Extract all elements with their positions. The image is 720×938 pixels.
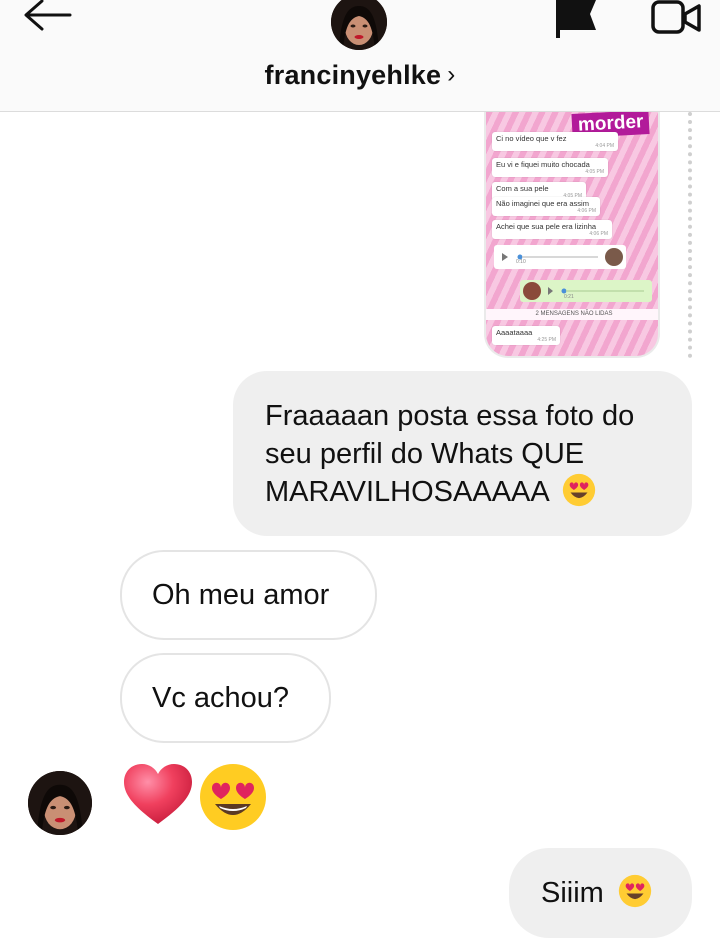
mini-message-time: 4:06 PM	[577, 208, 596, 214]
mini-message-time: 4:25 PM	[537, 337, 556, 343]
mini-message-time: 4:05 PM	[585, 169, 604, 175]
incoming-message-bubble[interactable]: Oh meu amor	[120, 550, 377, 640]
video-call-icon[interactable]	[650, 0, 702, 36]
heart-emoji-icon	[124, 764, 192, 824]
chevron-right-icon[interactable]: ›	[447, 61, 455, 88]
heart-eyes-emoji-icon	[563, 473, 596, 507]
shared-screenshot-image[interactable]: morder Ci no vídeo que v fez 4:04 PM Eu …	[484, 112, 660, 358]
flag-icon[interactable]	[556, 0, 600, 38]
list-item: Achei que sua pele era lizinha 4:06 PM	[492, 220, 612, 239]
unread-banner: 2 MENSAGENS NÃO LIDAS	[486, 309, 658, 320]
mini-audio-duration: 0:10	[516, 259, 526, 265]
mini-message-text: Não imaginei que era assim	[496, 199, 589, 208]
sender-avatar[interactable]	[28, 771, 92, 835]
list-item: Aaaataaaa 4:25 PM	[492, 326, 560, 345]
back-arrow-icon[interactable]	[22, 0, 74, 34]
list-item: Ci no vídeo que v fez 4:04 PM	[492, 132, 618, 151]
chat-username[interactable]: francinyehlke ›	[0, 60, 720, 91]
mini-audio-message: 0:10	[494, 245, 626, 269]
mini-message-text: Achei que sua pele era lizinha	[496, 222, 597, 231]
outgoing-message-bubble[interactable]: Siiim	[509, 848, 692, 938]
outgoing-message-bubble[interactable]: Fraaaaan posta essa foto do seu perfil d…	[233, 371, 692, 536]
chat-header: francinyehlke ›	[0, 0, 720, 112]
mini-audio-message: 0:21	[520, 280, 652, 302]
message-text: Oh meu amor	[152, 579, 330, 611]
heart-eyes-emoji-icon	[200, 764, 266, 830]
mini-message-text: Eu vi e fiquei muito chocada	[496, 160, 590, 169]
message-text: Siiim	[541, 877, 604, 909]
mini-audio-duration: 0:21	[564, 294, 574, 300]
scroll-indicator	[688, 112, 692, 358]
mini-message-time: 4:06 PM	[589, 231, 608, 237]
incoming-message-bubble[interactable]: Vc achou?	[120, 653, 331, 743]
mini-message-text: Com a sua pele	[496, 184, 549, 193]
heart-eyes-emoji-icon	[618, 874, 652, 908]
list-item: Eu vi e fiquei muito chocada 4:05 PM	[492, 158, 608, 177]
mini-message-text: Aaaataaaa	[496, 328, 533, 337]
username-text[interactable]: francinyehlke	[265, 60, 442, 90]
mini-message-text: Ci no vídeo que v fez	[496, 134, 567, 143]
list-item: Não imaginei que era assim 4:06 PM	[492, 197, 600, 216]
profile-avatar[interactable]	[331, 0, 387, 50]
message-text: Vc achou?	[152, 682, 290, 714]
mini-message-time: 4:04 PM	[595, 143, 614, 149]
